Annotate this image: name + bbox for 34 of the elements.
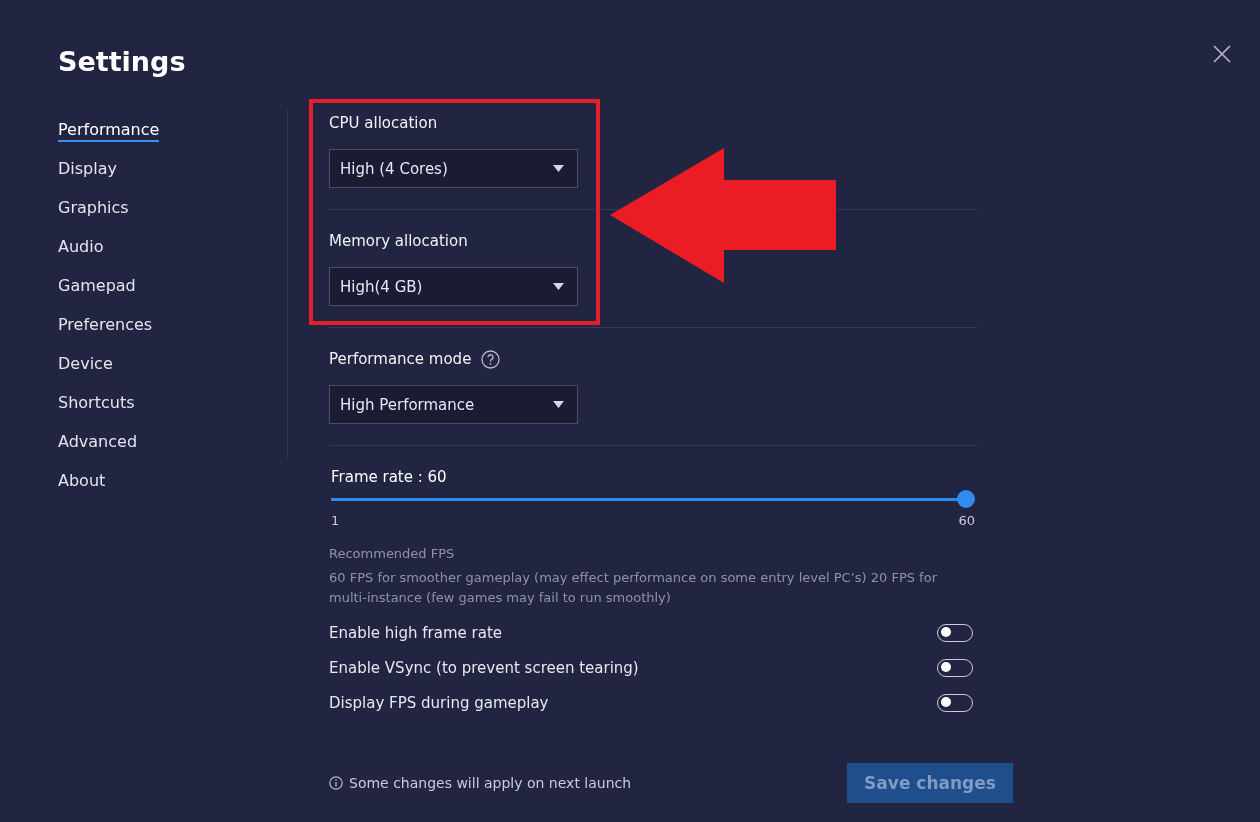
info-icon xyxy=(329,776,343,790)
sidebar-item[interactable]: About xyxy=(58,468,106,493)
frame-rate-label: Frame rate : 60 xyxy=(331,467,448,488)
sidebar-item[interactable]: Shortcuts xyxy=(58,390,135,415)
sidebar-item[interactable]: Advanced xyxy=(58,429,138,454)
slider-max-label: 60 xyxy=(958,513,975,529)
sidebar-item[interactable]: Display xyxy=(58,156,117,181)
setting-label: CPU allocation xyxy=(329,114,438,132)
dropdown[interactable]: High (4 Cores) xyxy=(329,149,578,188)
toggle-label: Enable VSync (to prevent screen tearing) xyxy=(329,658,639,677)
caret-icon xyxy=(553,401,564,408)
toggle-label: Enable high frame rate xyxy=(329,623,503,642)
dropdown[interactable]: High Performance xyxy=(329,385,578,424)
setting-label: Performance mode xyxy=(329,350,472,368)
recommended-text: 60 FPS for smoother gameplay (may effect performance on some entry level PC’s) 20 FPS for multi-instance (few games may fail to run smoothly) xyxy=(329,569,938,607)
close-button[interactable] xyxy=(1213,45,1231,63)
sidebar-item[interactable]: Gamepad xyxy=(58,273,136,298)
caret-icon xyxy=(553,165,564,172)
sidebar-item[interactable]: Audio xyxy=(58,234,104,259)
settings-title: Settings xyxy=(58,45,186,79)
caret-icon xyxy=(553,283,564,290)
recommended-title: Recommended FPS xyxy=(329,545,456,563)
slider-thumb[interactable] xyxy=(957,490,975,508)
help-icon[interactable] xyxy=(481,349,501,369)
setting-label: Memory allocation xyxy=(329,232,468,250)
dropdown[interactable]: High(4 GB) xyxy=(329,267,578,306)
sidebar-item[interactable]: Performance xyxy=(58,117,160,142)
toggle-label: Display FPS during gameplay xyxy=(329,693,549,712)
footer-note: Some changes will apply on next launch xyxy=(349,775,632,791)
sidebar-item[interactable]: Graphics xyxy=(58,195,129,220)
sidebar-item[interactable]: Preferences xyxy=(58,312,153,337)
frame-rate-slider[interactable] xyxy=(331,490,975,508)
sidebar-item[interactable]: Device xyxy=(58,351,113,376)
slider-min-label: 1 xyxy=(331,513,340,529)
